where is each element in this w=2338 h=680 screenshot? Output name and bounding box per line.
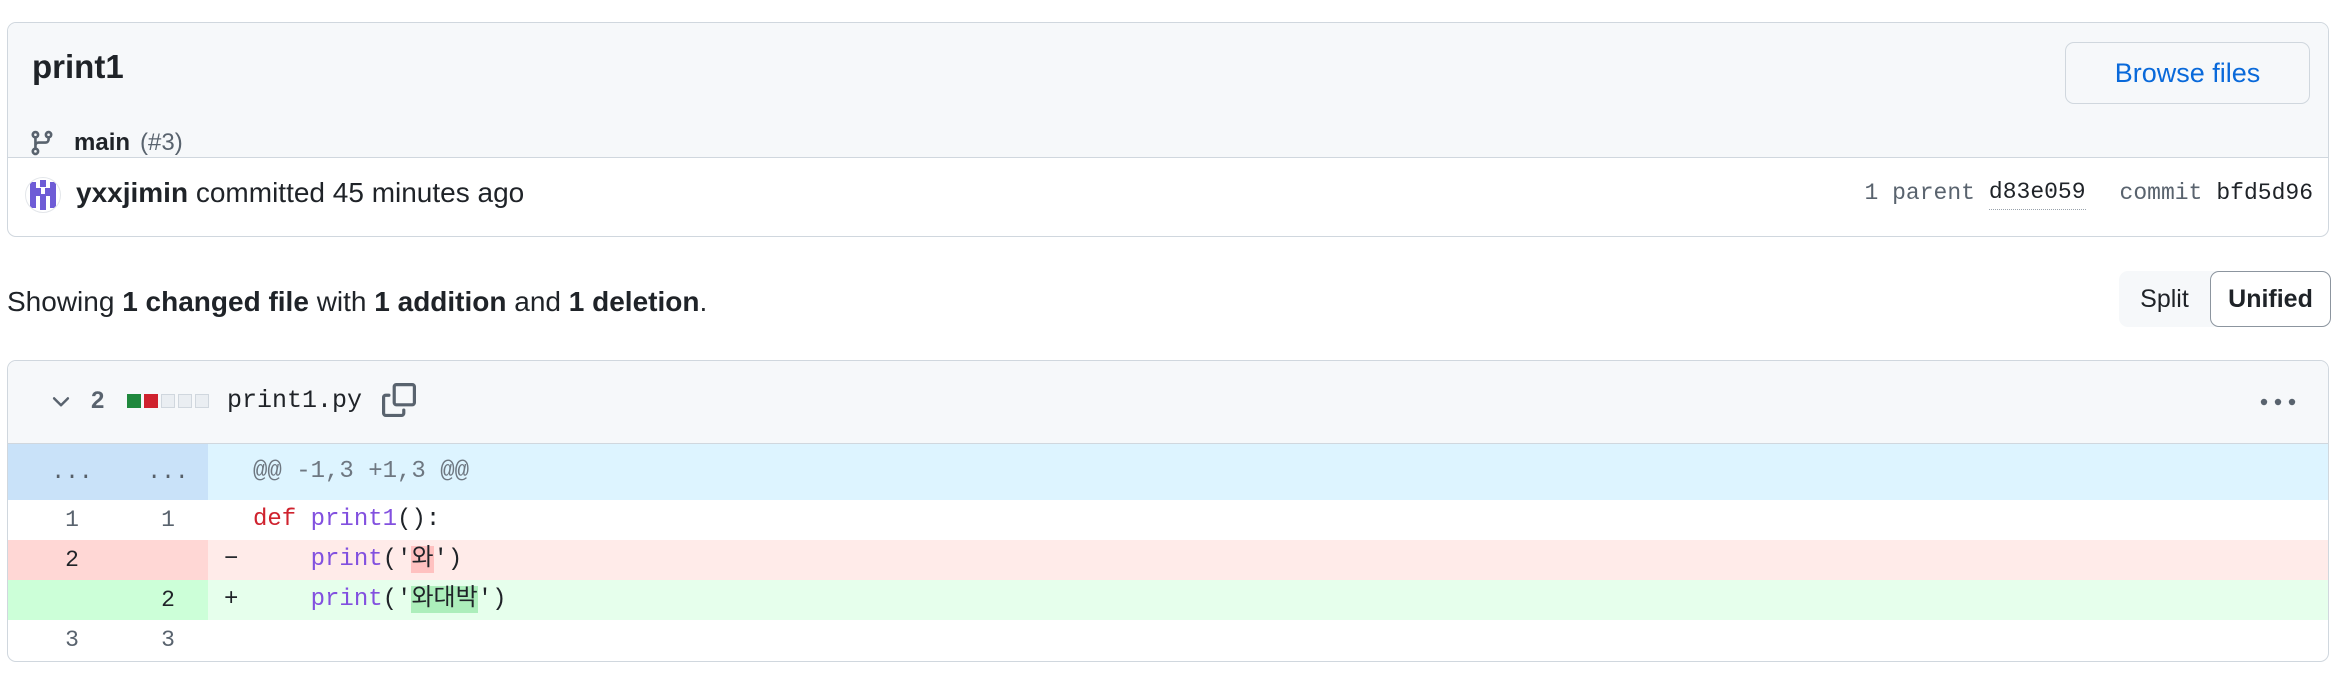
deleted-word-highlight: 와 <box>411 546 434 573</box>
branch-link[interactable]: main <box>74 129 130 157</box>
git-branch-icon <box>31 130 53 156</box>
file-name-link[interactable]: print1.py <box>227 383 362 419</box>
file-diff-header: 2 print1.py <box>8 361 2328 444</box>
diff-line-deletion: 2 − print('와') <box>8 540 2328 580</box>
unified-view-button[interactable]: Unified <box>2210 271 2331 327</box>
commit-header: print1 main (#3) Browse files yxxjimin c… <box>7 22 2329 237</box>
summary-changed-files: 1 changed file <box>122 286 309 317</box>
diff-line-context: 3 3 <box>8 620 2328 660</box>
summary-deletions: 1 deletion <box>568 286 700 317</box>
diff-table: ... ... @@ -1,3 +1,3 @@ 1 1 def print1()… <box>8 444 2328 660</box>
chevron-down-icon[interactable] <box>48 389 74 415</box>
avatar[interactable] <box>25 177 61 213</box>
commit-label: commit <box>2119 180 2203 206</box>
summary-additions: 1 addition <box>374 286 507 317</box>
diffstat-neutral-square <box>195 394 209 408</box>
expand-up-button[interactable]: ... <box>24 444 120 500</box>
author-link[interactable]: yxxjimin <box>76 177 188 208</box>
diff-summary: Showing 1 changed file with 1 addition a… <box>7 282 707 322</box>
addition-marker: + <box>224 586 239 613</box>
summary-prefix: Showing <box>7 286 115 317</box>
hunk-header-row: ... ... @@ -1,3 +1,3 @@ <box>8 444 2328 500</box>
pr-reference-link[interactable]: (#3) <box>140 129 183 157</box>
commit-meta: 1 parent d83e059 commit bfd5d96 <box>1864 173 2313 213</box>
old-line-number[interactable]: 3 <box>24 620 120 660</box>
parent-sha-link[interactable]: d83e059 <box>1988 177 2086 210</box>
avatar-identicon <box>30 180 56 210</box>
file-diff: 2 print1.py ... ... @@ -1,3 +1,3 @@ 1 1 … <box>7 360 2329 662</box>
code-line: def print1(): <box>253 506 441 533</box>
branch-info: main (#3) <box>28 125 183 161</box>
new-line-number[interactable]: 1 <box>120 500 216 540</box>
diff-line-context: 1 1 def print1(): <box>8 500 2328 540</box>
commit-author-row: yxxjimin committed 45 minutes ago <box>76 173 524 213</box>
diffstat-del-square <box>144 394 158 408</box>
commit-details: yxxjimin committed 45 minutes ago 1 pare… <box>8 157 2328 236</box>
diff-view-toggle: Split Unified <box>2119 271 2331 327</box>
diff-line-addition: 2 + print('와대박') <box>8 580 2328 620</box>
old-line-number[interactable]: 2 <box>24 540 120 580</box>
code-line: print('와') <box>310 546 463 573</box>
diffstat-add-square <box>127 394 141 408</box>
file-change-count: 2 <box>91 387 105 414</box>
commit-title: print1 <box>32 48 124 85</box>
diffstat-neutral-square <box>161 394 175 408</box>
split-view-button[interactable]: Split <box>2119 271 2210 327</box>
parent-label: 1 parent <box>1864 180 1975 206</box>
commit-sha: bfd5d96 <box>2216 180 2313 206</box>
commit-action-text: committed 45 minutes ago <box>195 177 525 208</box>
summary-with: with <box>316 286 367 317</box>
added-word-highlight: 와대박 <box>411 586 478 613</box>
summary-and: and <box>514 286 561 317</box>
old-line-number <box>24 580 120 620</box>
hunk-header-text: @@ -1,3 +1,3 @@ <box>253 458 470 485</box>
diffstat-bar <box>127 394 212 408</box>
copy-icon[interactable] <box>382 383 416 417</box>
commit-header-top: print1 main (#3) Browse files <box>8 23 2328 158</box>
old-line-number[interactable]: 1 <box>24 500 120 540</box>
browse-files-button[interactable]: Browse files <box>2065 42 2310 104</box>
summary-suffix: . <box>699 286 708 317</box>
deletion-marker: − <box>224 546 239 573</box>
diffstat-neutral-square <box>178 394 192 408</box>
code-line: print('와대박') <box>310 586 507 613</box>
expand-down-button[interactable]: ... <box>120 444 216 500</box>
new-line-number[interactable]: 2 <box>120 580 216 620</box>
kebab-horizontal-icon[interactable] <box>2258 397 2298 407</box>
new-line-number <box>120 540 216 580</box>
new-line-number[interactable]: 3 <box>120 620 216 660</box>
